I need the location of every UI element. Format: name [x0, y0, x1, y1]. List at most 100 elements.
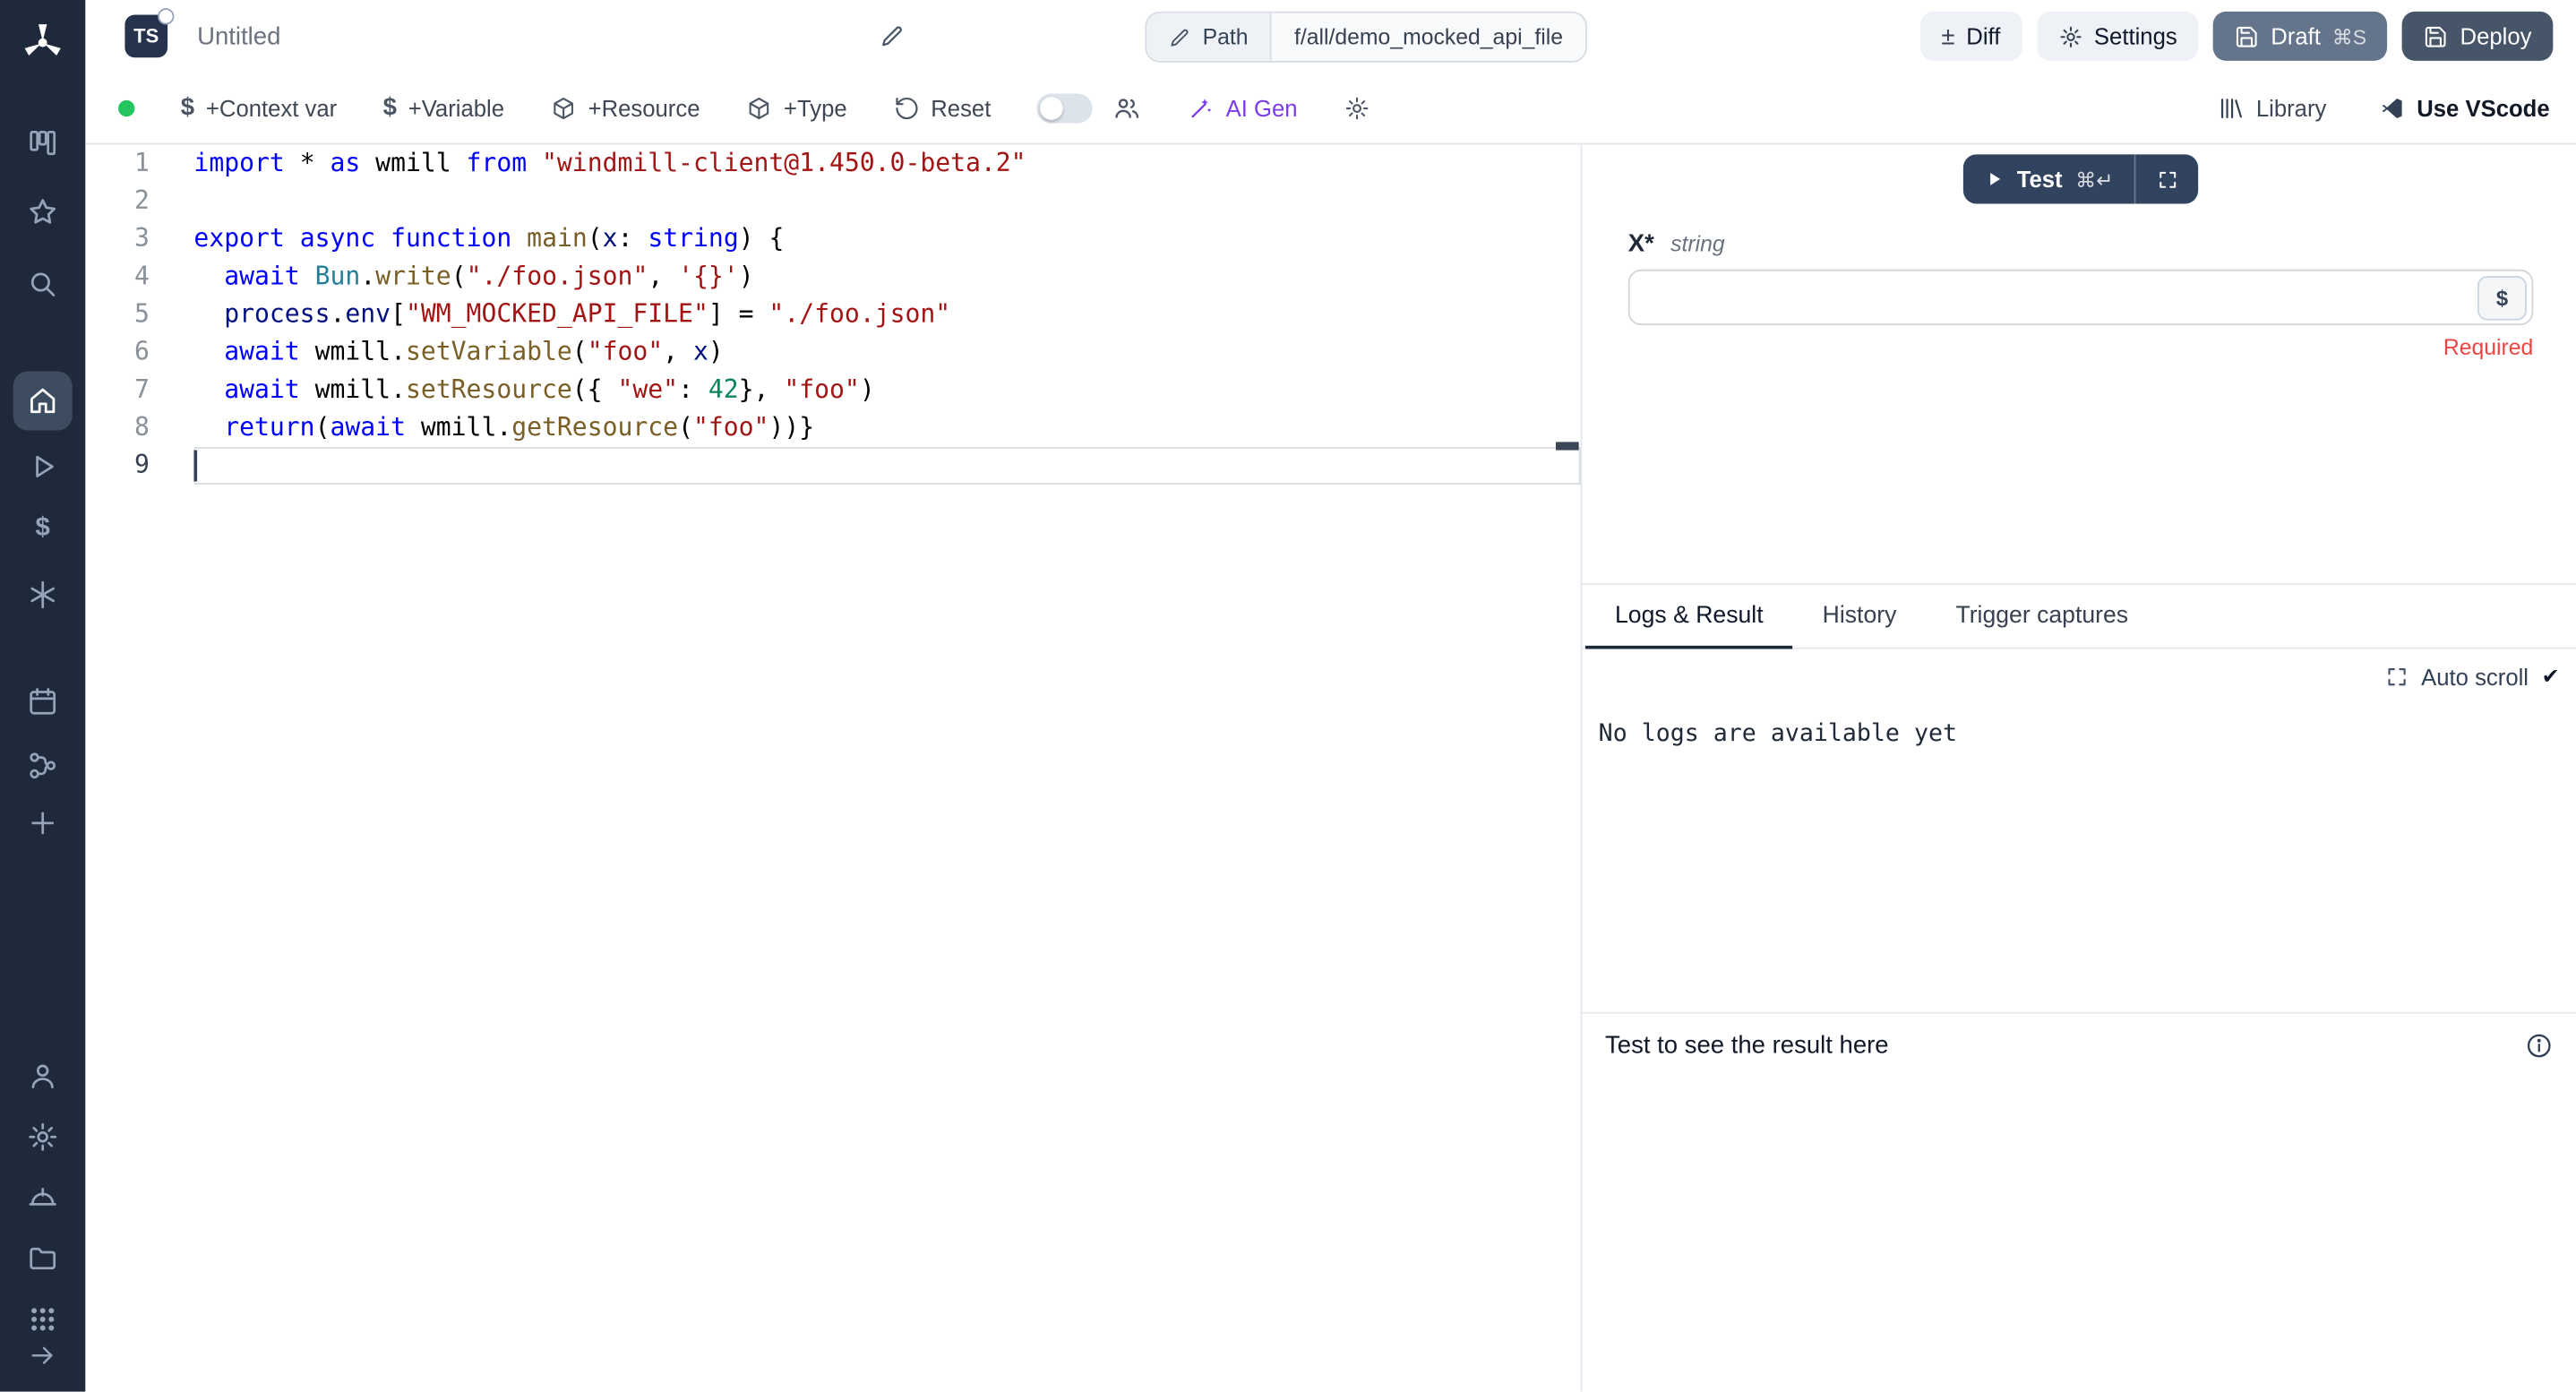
result-info-button[interactable] — [2525, 1032, 2553, 1060]
ai-gen-button[interactable]: AI Gen — [1188, 94, 1297, 120]
multiplayer-group — [1037, 93, 1142, 123]
gear-icon — [1344, 94, 1370, 120]
gear-icon — [26, 1121, 59, 1154]
plus-icon — [28, 808, 57, 838]
auto-scroll-toggle[interactable]: Auto scroll ✔ — [2385, 664, 2560, 690]
home-icon — [26, 384, 59, 417]
settings-button-label: Settings — [2094, 23, 2177, 49]
code-editor[interactable]: 123456789 import * as wmill from "windmi… — [85, 144, 1580, 1391]
topbar: TS Untitled Path f/all/demo_mocked_api_f… — [85, 0, 2576, 73]
sidebar-item-settings[interactable] — [26, 1121, 59, 1154]
code-line-1[interactable]: import * as wmill from "windmill-client@… — [193, 144, 1580, 182]
sidebar-item-search[interactable] — [26, 268, 59, 301]
reset-button[interactable]: Reset — [893, 94, 991, 120]
add-type-label: +Type — [784, 94, 847, 120]
use-vscode-button[interactable]: Use VScode — [2379, 94, 2550, 120]
sidebar-item-workers[interactable] — [26, 1183, 59, 1216]
add-resource-button[interactable]: +Resource — [550, 94, 700, 120]
expand-icon — [2157, 168, 2178, 190]
sidebar-item-home[interactable] — [13, 372, 73, 431]
add-context-var-label: +Context var — [206, 94, 337, 120]
library-icon — [2219, 94, 2245, 120]
folder-icon — [26, 1242, 59, 1276]
sidebar-item-triggers[interactable] — [26, 749, 59, 782]
diff-icon: ± — [1941, 24, 1954, 49]
save-icon — [2235, 24, 2260, 49]
sidebar-item-resources[interactable] — [26, 579, 59, 612]
reset-icon — [893, 94, 919, 120]
info-icon — [2525, 1032, 2553, 1060]
package-icon — [550, 94, 576, 120]
play-icon — [26, 451, 59, 484]
auto-scroll-label: Auto scroll — [2421, 664, 2529, 690]
sidebar-item-variables[interactable]: $ — [26, 512, 59, 546]
edit-title-button[interactable] — [879, 23, 905, 49]
test-expand-button[interactable] — [2136, 154, 2199, 203]
apps-grid-icon — [28, 1304, 57, 1334]
users-icon[interactable] — [1112, 93, 1142, 123]
script-title[interactable]: Untitled — [197, 22, 280, 50]
app-root: $ — [0, 0, 2576, 1392]
sidebar-item-create[interactable] — [26, 807, 59, 840]
sidebar-item-folders[interactable] — [26, 1242, 59, 1276]
dollar-icon: $ — [181, 95, 194, 120]
tab-trigger-captures[interactable]: Trigger captures — [1926, 585, 2158, 648]
sidebar-item-boards[interactable] — [26, 126, 59, 159]
tab-logs-result[interactable]: Logs & Result — [1585, 585, 1793, 648]
tab-history[interactable]: History — [1793, 585, 1927, 648]
sidebar-item-account[interactable] — [26, 1060, 59, 1093]
expand-icon[interactable] — [2385, 666, 2409, 689]
test-button[interactable]: Test ⌘↵ — [1962, 154, 2134, 203]
diff-button[interactable]: ± Diff — [1920, 12, 2022, 61]
code-line-6[interactable]: await wmill.setVariable("foo", x) — [193, 333, 1580, 371]
sidebar-item-runs[interactable] — [26, 451, 59, 484]
windmill-logo[interactable] — [20, 18, 65, 67]
required-asterisk: * — [1644, 230, 1654, 258]
language-badge[interactable]: TS — [125, 15, 167, 58]
add-context-var-button[interactable]: $ +Context var — [181, 94, 337, 120]
play-icon — [1984, 169, 2004, 189]
editor-gutter[interactable]: 123456789 — [85, 144, 193, 485]
code-line-7[interactable]: await wmill.setResource({ "we": 42}, "fo… — [193, 372, 1580, 409]
deploy-button[interactable]: Deploy — [2402, 12, 2553, 61]
sidebar-item-apps[interactable] — [26, 1303, 59, 1336]
add-variable-button[interactable]: $ +Variable — [383, 94, 504, 120]
package-icon — [746, 94, 772, 120]
sidebar-item-schedules[interactable] — [26, 685, 59, 718]
path-value[interactable]: f/all/demo_mocked_api_file — [1271, 13, 1585, 61]
deploy-button-label: Deploy — [2460, 23, 2532, 49]
code-line-8[interactable]: return(await wmill.getResource("foo"))} — [193, 409, 1580, 447]
add-resource-label: +Resource — [588, 94, 700, 120]
pencil-icon — [1168, 25, 1191, 48]
library-label: Library — [2256, 94, 2326, 120]
dollar-icon: $ — [383, 95, 397, 120]
arg-name: X* — [1628, 230, 1654, 258]
settings-button[interactable]: Settings — [2037, 12, 2199, 61]
save-icon — [2424, 24, 2449, 49]
gear-icon — [2058, 24, 2083, 49]
sidebar-item-collapse[interactable] — [26, 1339, 59, 1372]
worker-helmet-icon — [26, 1183, 59, 1216]
wand-sparkles-icon — [1188, 94, 1214, 120]
dollar-icon: $ — [36, 516, 50, 542]
library-button[interactable]: Library — [2219, 94, 2327, 120]
code-line-3[interactable]: export async function main(x: string) { — [193, 220, 1580, 258]
draft-button[interactable]: Draft ⌘S — [2213, 12, 2388, 61]
user-icon — [26, 1060, 59, 1093]
sidebar-item-favorites[interactable] — [26, 195, 59, 228]
editor-toolbar: $ +Context var $ +Variable +Resource +Ty… — [85, 73, 2576, 145]
multiplayer-toggle[interactable] — [1037, 93, 1093, 123]
add-type-button[interactable]: +Type — [746, 94, 847, 120]
path-edit-button[interactable]: Path — [1146, 13, 1271, 61]
language-badge-dot — [158, 8, 174, 24]
insert-variable-button[interactable]: $ — [2477, 275, 2527, 320]
sidebar: $ — [0, 0, 85, 1392]
code-line-5[interactable]: process.env["WM_MOCKED_API_FILE"] = "./f… — [193, 296, 1580, 333]
code-line-4[interactable]: await Bun.write("./foo.json", '{}') — [193, 258, 1580, 296]
code-line-9[interactable] — [193, 447, 1580, 485]
required-label: Required — [1628, 335, 2534, 360]
vscode-icon — [2379, 94, 2405, 120]
arg-x-input[interactable] — [1643, 284, 2477, 310]
editor-settings-button[interactable] — [1344, 94, 1370, 120]
code-line-2[interactable] — [193, 183, 1580, 220]
